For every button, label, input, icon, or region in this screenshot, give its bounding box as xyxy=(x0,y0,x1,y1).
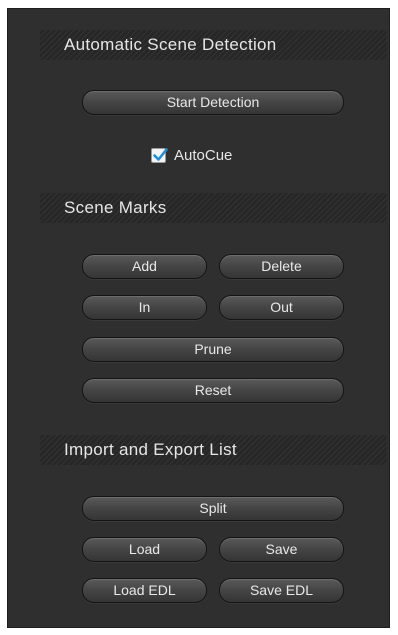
section-header-import-export: Import and Export List xyxy=(40,435,387,465)
add-button[interactable]: Add xyxy=(82,254,207,279)
autocue-label: AutoCue xyxy=(174,146,233,164)
scene-detection-panel: Automatic Scene Detection Start Detectio… xyxy=(7,8,390,628)
start-detection-button[interactable]: Start Detection xyxy=(82,90,344,115)
section-header-automatic-scene-detection: Automatic Scene Detection xyxy=(40,30,387,60)
section-title: Scene Marks xyxy=(64,198,167,217)
checkmark-icon xyxy=(153,147,168,161)
reset-button[interactable]: Reset xyxy=(82,378,344,403)
in-button[interactable]: In xyxy=(82,295,207,320)
autocue-checkbox[interactable] xyxy=(151,147,168,163)
section-title: Automatic Scene Detection xyxy=(64,35,277,54)
prune-button[interactable]: Prune xyxy=(82,337,344,362)
load-button[interactable]: Load xyxy=(82,537,207,562)
section-header-scene-marks: Scene Marks xyxy=(40,193,387,223)
delete-button[interactable]: Delete xyxy=(219,254,344,279)
out-button[interactable]: Out xyxy=(219,295,344,320)
save-button[interactable]: Save xyxy=(219,537,344,562)
split-button[interactable]: Split xyxy=(82,496,344,521)
save-edl-button[interactable]: Save EDL xyxy=(219,578,344,603)
section-title: Import and Export List xyxy=(64,440,237,459)
load-edl-button[interactable]: Load EDL xyxy=(82,578,207,603)
autocue-checkbox-row[interactable]: AutoCue xyxy=(151,145,232,165)
